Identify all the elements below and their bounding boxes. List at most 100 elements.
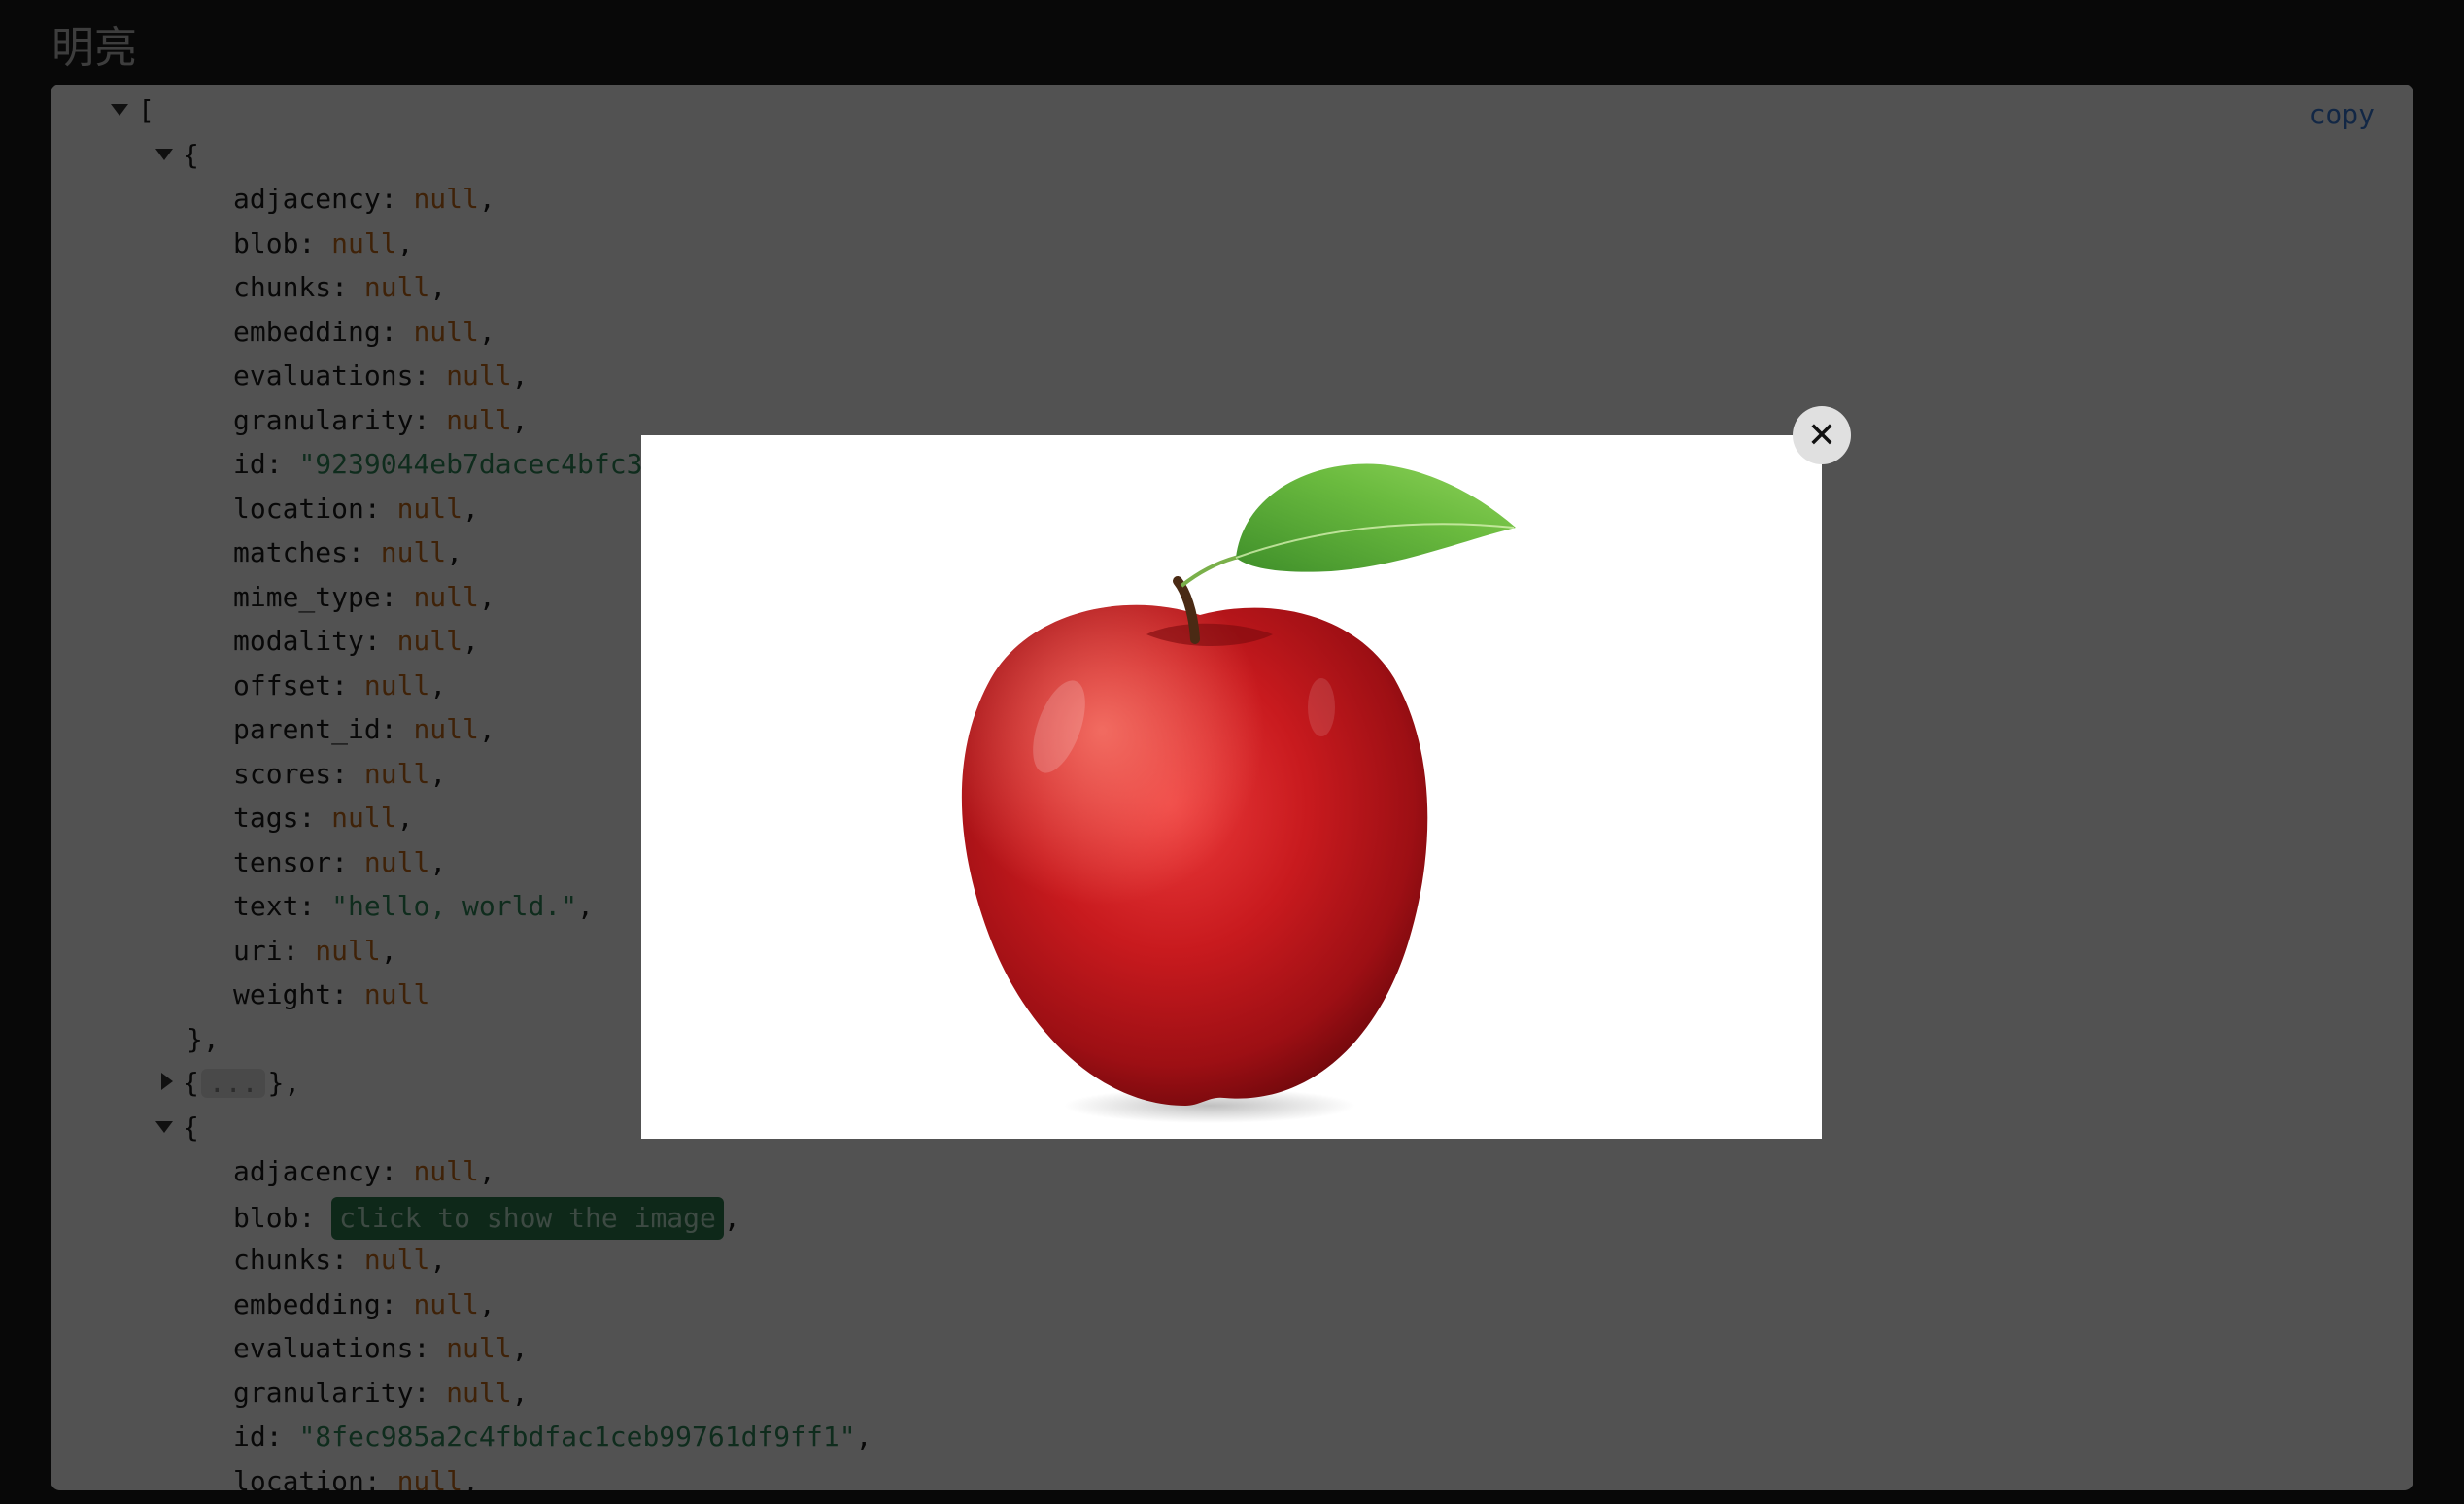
open-brace: { xyxy=(183,1067,199,1099)
colon: : xyxy=(331,1244,364,1276)
null-value: null xyxy=(363,845,430,878)
json-field-row: location: null, xyxy=(233,490,479,529)
json-field-row: matches: null, xyxy=(233,533,462,572)
colon: : xyxy=(331,668,364,701)
null-value: null xyxy=(413,183,479,215)
comma: , xyxy=(478,580,496,613)
apple-image xyxy=(961,463,1516,1123)
json-field-row: granularity: null, xyxy=(233,1374,528,1413)
string-value: "9239044eb7dacec4bfc3a53 xyxy=(298,448,693,480)
comma: , xyxy=(511,403,529,436)
json-field-row: id: "9239044eb7dacec4bfc3a53 xyxy=(233,445,692,484)
colon: : xyxy=(363,1464,397,1491)
open-brace: { xyxy=(183,1111,199,1144)
comma: , xyxy=(511,1376,529,1409)
json-object-close: }, xyxy=(187,1020,220,1059)
field-key: evaluations xyxy=(233,1332,414,1364)
field-key: location xyxy=(233,492,364,525)
colon: : xyxy=(413,403,447,436)
comma: , xyxy=(478,1287,496,1320)
json-field-row: modality: null, xyxy=(233,622,479,661)
field-key: uri xyxy=(233,934,283,967)
comma: , xyxy=(429,668,447,701)
collapse-object-triangle-icon[interactable] xyxy=(155,148,173,160)
string-value: "8fec985a2c4fbdfac1ceb99761df9ff1" xyxy=(298,1420,856,1453)
json-field-row: text: "hello, world.", xyxy=(233,887,594,926)
field-key: scores xyxy=(233,757,332,790)
comma: , xyxy=(511,1332,529,1364)
field-key: matches xyxy=(233,536,349,568)
json-field-row: scores: null, xyxy=(233,755,446,794)
colon: : xyxy=(363,492,397,525)
null-value: null xyxy=(363,668,430,701)
null-value: null xyxy=(331,226,397,259)
null-value: null xyxy=(363,271,430,303)
colon: : xyxy=(413,1376,447,1409)
collapse-object-triangle-icon[interactable] xyxy=(155,1120,173,1133)
null-value: null xyxy=(413,1155,479,1187)
comma: , xyxy=(478,1155,496,1187)
field-key: location xyxy=(233,1464,364,1491)
colon: : xyxy=(380,183,414,215)
field-key: id xyxy=(233,448,266,480)
json-object-open: { xyxy=(155,1109,199,1147)
null-value: null xyxy=(396,492,463,525)
null-value: null xyxy=(363,757,430,790)
json-field-row: mime_type: null, xyxy=(233,578,496,617)
json-field-row: tags: null, xyxy=(233,799,413,837)
colon: : xyxy=(380,315,414,348)
comma: , xyxy=(478,713,496,745)
field-key: tensor xyxy=(233,845,332,878)
null-value: null xyxy=(396,1464,463,1491)
comma: , xyxy=(478,315,496,348)
json-object-collapsed: {...}, xyxy=(161,1064,300,1103)
null-value: null xyxy=(363,978,430,1010)
null-value: null xyxy=(413,315,479,348)
field-key: embedding xyxy=(233,315,381,348)
close-brace: }, xyxy=(187,1022,220,1055)
json-field-row: embedding: null, xyxy=(233,313,496,352)
json-field-row: embedding: null, xyxy=(233,1285,496,1324)
json-field-row: id: "8fec985a2c4fbdfac1ceb99761df9ff1", xyxy=(233,1418,872,1456)
null-value: null xyxy=(446,1332,512,1364)
collapse-root-triangle-icon[interactable] xyxy=(111,104,128,116)
colon: : xyxy=(380,1287,414,1320)
colon: : xyxy=(282,934,316,967)
collapsed-ellipsis[interactable]: ... xyxy=(200,1069,266,1098)
json-root-open: [ xyxy=(111,91,154,130)
json-field-row: blob: null, xyxy=(233,224,413,263)
comma: , xyxy=(446,536,463,568)
colon: : xyxy=(298,890,332,922)
field-key: tags xyxy=(233,802,299,834)
colon: : xyxy=(413,1332,447,1364)
show-image-button[interactable]: click to show the image xyxy=(331,1196,724,1240)
colon: : xyxy=(265,1420,299,1453)
field-key: offset xyxy=(233,668,332,701)
field-key: granularity xyxy=(233,1376,414,1409)
page-title: 明亮 xyxy=(51,23,137,73)
expand-object-triangle-icon[interactable] xyxy=(161,1073,173,1090)
json-field-row: blob: click to show the image, xyxy=(233,1196,740,1240)
comma: , xyxy=(429,271,447,303)
field-key: granularity xyxy=(233,403,414,436)
null-value: null xyxy=(446,1376,512,1409)
colon: : xyxy=(380,580,414,613)
colon: : xyxy=(265,448,299,480)
json-field-row: evaluations: null, xyxy=(233,357,528,395)
comma: , xyxy=(462,1464,479,1491)
comma: , xyxy=(429,1244,447,1276)
copy-button[interactable]: copy xyxy=(2310,98,2375,130)
field-key: evaluations xyxy=(233,359,414,392)
colon: : xyxy=(331,978,364,1010)
json-field-row: uri: null, xyxy=(233,932,397,971)
field-key: weight xyxy=(233,978,332,1010)
field-key: chunks xyxy=(233,1244,332,1276)
json-object-open: { xyxy=(155,136,199,175)
colon: : xyxy=(298,226,332,259)
field-key: mime_type xyxy=(233,580,381,613)
null-value: null xyxy=(446,403,512,436)
close-icon[interactable]: ✕ xyxy=(1793,406,1851,464)
json-field-row: adjacency: null, xyxy=(233,1152,496,1191)
field-key: adjacency xyxy=(233,1155,381,1187)
open-bracket: [ xyxy=(138,94,154,126)
